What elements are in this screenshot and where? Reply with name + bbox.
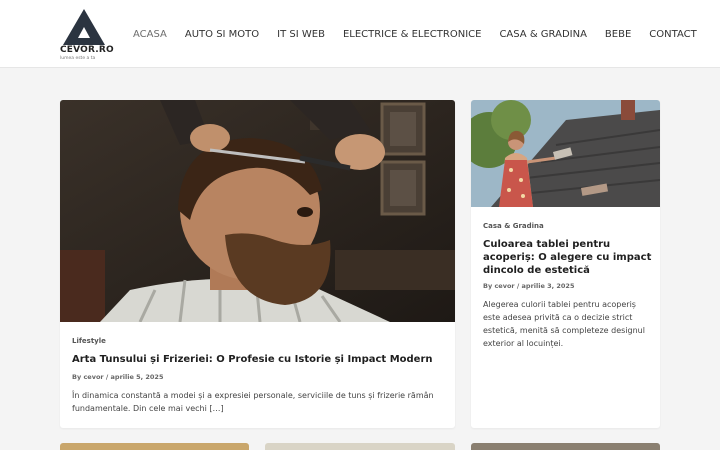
post-excerpt: În dinamica constantă a modei și a expre… — [72, 391, 434, 413]
post-category[interactable]: Lifestyle — [72, 337, 106, 345]
site-header: CEVOR.RO lumea este a ta ACASA AUTO SI M… — [0, 0, 720, 68]
featured-post-image[interactable] — [60, 100, 455, 322]
post-title[interactable]: Arta Tunsului și Frizeriei: O Profesie c… — [72, 353, 442, 366]
featured-post-card: Lifestyle Arta Tunsului și Frizeriei: O … — [60, 100, 455, 428]
site-logo[interactable]: CEVOR.RO lumea este a ta — [60, 8, 114, 62]
nav-item-acasa[interactable]: ACASA — [124, 29, 176, 40]
post-card-thumbnail[interactable] — [471, 443, 660, 450]
post-excerpt: Alegerea culorii tablei pentru acoperiș … — [483, 300, 645, 348]
post-category[interactable]: Casa & Gradina — [483, 222, 544, 230]
post-meta: By cevor / aprilie 5, 2025 — [72, 373, 164, 381]
logo-triangle-icon — [63, 9, 105, 45]
roof-photo-icon — [471, 100, 660, 207]
main-nav: ACASA AUTO SI MOTO IT SI WEB ELECTRICE &… — [124, 0, 706, 68]
side-post-image[interactable] — [471, 100, 660, 207]
post-card-thumbnail[interactable] — [60, 443, 249, 450]
post-title[interactable]: Culoarea tablei pentru acoperiș: O alege… — [483, 238, 653, 277]
nav-item-auto-si-moto[interactable]: AUTO SI MOTO — [176, 29, 268, 40]
nav-item-casa-gradina[interactable]: CASA & GRADINA — [490, 29, 595, 40]
nav-item-it-si-web[interactable]: IT SI WEB — [268, 29, 334, 40]
barber-photo-icon — [60, 100, 455, 322]
side-post-card: Casa & Gradina Culoarea tablei pentru ac… — [471, 100, 660, 428]
logo-text: CEVOR.RO — [60, 45, 114, 55]
nav-item-electrice[interactable]: ELECTRICE & ELECTRONICE — [334, 29, 491, 40]
nav-item-bebe[interactable]: BEBE — [596, 29, 640, 40]
nav-item-contact[interactable]: CONTACT — [640, 29, 705, 40]
post-card-thumbnail[interactable] — [265, 443, 455, 450]
logo-tagline: lumea este a ta — [60, 56, 96, 61]
post-meta: By cevor / aprilie 3, 2025 — [483, 282, 575, 290]
